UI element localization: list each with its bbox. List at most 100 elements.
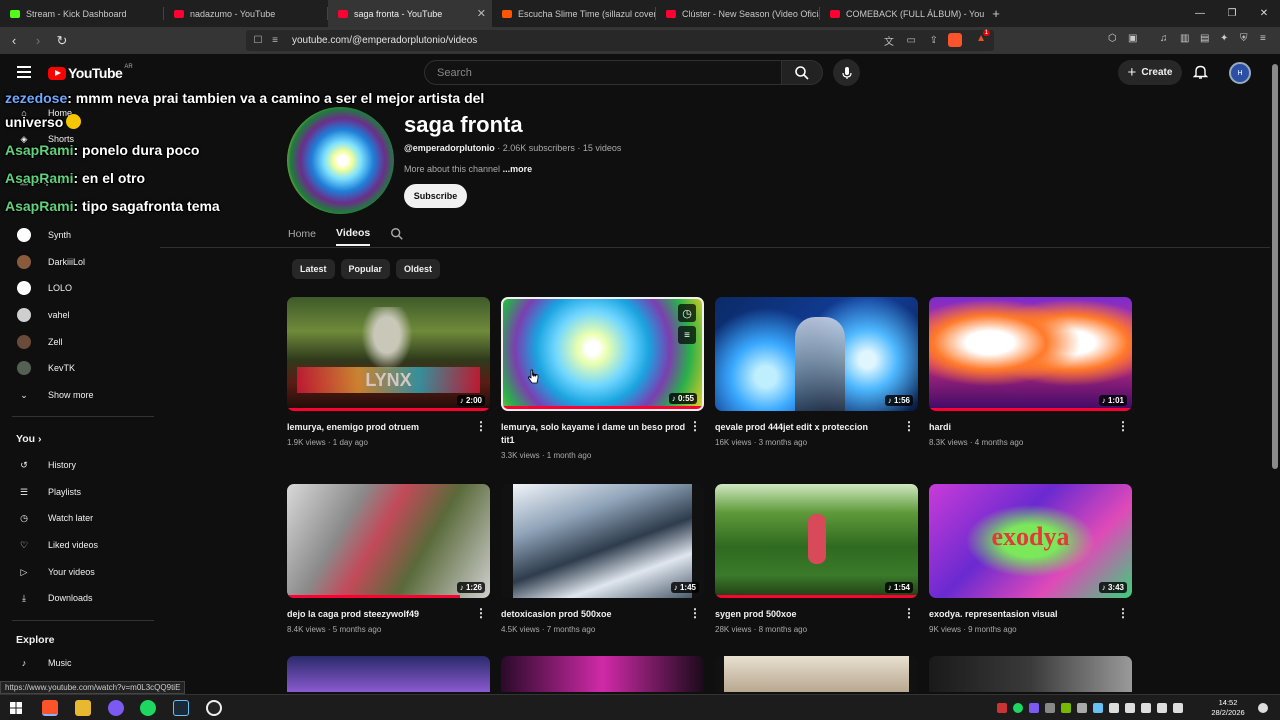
video-thumbnail[interactable]: LYNX ♪ 2:00 <box>287 297 490 411</box>
translate-icon[interactable]: 文 <box>884 33 894 48</box>
browser-tab[interactable]: Stream - Kick Dashboard <box>0 0 164 27</box>
tab-videos[interactable]: Videos <box>336 222 371 246</box>
restore-icon[interactable]: ❐ <box>1216 0 1248 27</box>
channel-description[interactable]: More about this channel ...more <box>404 164 532 174</box>
discord-icon[interactable] <box>108 700 124 716</box>
windows-start-icon[interactable] <box>10 702 22 714</box>
subscribe-button[interactable]: Subscribe <box>404 184 467 208</box>
site-settings-icon[interactable]: ≡ <box>266 35 284 46</box>
volume-icon[interactable] <box>1173 703 1183 713</box>
video-title[interactable]: lemurya, solo kayame i dame un beso prod… <box>501 421 686 447</box>
bookmark-icon[interactable]: ☐ <box>250 35 266 46</box>
sidepanel-icon[interactable]: ▣ <box>1128 33 1137 44</box>
scrollbar-thumb[interactable] <box>1272 64 1278 469</box>
chip-latest[interactable]: Latest <box>292 259 335 279</box>
sidebar-item-history[interactable]: ↺ History <box>0 452 155 478</box>
video-title[interactable]: detoxicasion prod 500xoe <box>501 608 686 621</box>
subscription-channel[interactable]: Synth <box>0 222 155 248</box>
menu-icon[interactable] <box>17 66 31 78</box>
you-heading[interactable]: You › <box>16 433 41 445</box>
channel-avatar[interactable] <box>287 107 394 214</box>
tray-steam-icon[interactable] <box>1093 703 1103 713</box>
tray-icon[interactable] <box>1125 703 1135 713</box>
wallet-icon[interactable]: ▤ <box>1200 33 1209 44</box>
video-thumbnail[interactable]: ♪ 1:01 <box>929 297 1132 411</box>
video-thumbnail[interactable] <box>287 656 490 692</box>
address-bar[interactable]: ☐ ≡ youtube.com/@emperadorplutonio/video… <box>246 30 994 51</box>
video-card[interactable]: ♪ 1:56 qevale prod 444jet edit x protecc… <box>715 297 918 447</box>
video-thumbnail[interactable]: ♪ 1:26 <box>287 484 490 598</box>
video-card[interactable]: ♪ 1:01 hardi ⋮ 8.3K views · 4 months ago <box>929 297 1132 447</box>
subscription-channel[interactable]: Zell <box>0 329 155 355</box>
brave-browser-icon[interactable] <box>42 700 58 716</box>
voice-search-button[interactable] <box>833 59 860 86</box>
sidebar-item-playlists[interactable]: ☰ Playlists <box>0 479 155 505</box>
browser-tab[interactable]: Escucha Slime Time (sillazul cover) de <box>492 0 656 27</box>
tray-icon[interactable] <box>1045 703 1055 713</box>
add-to-queue-button[interactable]: ≡ <box>678 326 696 344</box>
more-options-icon[interactable]: ⋮ <box>903 607 915 619</box>
subscription-channel[interactable]: LOLO <box>0 275 155 301</box>
system-clock[interactable]: 14:52 28/2/2026 <box>1205 698 1251 718</box>
page-scrollbar[interactable] <box>1271 56 1279 692</box>
tray-icon[interactable] <box>1109 703 1119 713</box>
chip-popular[interactable]: Popular <box>340 259 391 279</box>
cast-icon[interactable]: ▭ <box>907 35 916 46</box>
show-more-button[interactable]: ⌄ Show more <box>0 382 155 408</box>
sidebar-toggle-icon[interactable]: ▥ <box>1180 33 1189 44</box>
video-thumbnail[interactable] <box>724 656 909 692</box>
subscription-channel[interactable]: DarkiiiLol <box>0 249 155 275</box>
leo-icon[interactable]: ✦ <box>1220 33 1228 44</box>
video-title[interactable]: hardi <box>929 421 1114 434</box>
music-icon[interactable]: ♫ <box>1160 33 1168 44</box>
obs-icon[interactable] <box>206 700 222 716</box>
browser-tab[interactable]: Clúster - New Season (Video Oficial) <box>656 0 820 27</box>
video-thumbnail[interactable]: ♪ 1:45 <box>501 484 704 598</box>
video-thumbnail[interactable] <box>929 656 1132 692</box>
tray-nvidia-icon[interactable] <box>1061 703 1071 713</box>
video-card[interactable]: ♪ 1:26 dejo la caga prod steezywolf49 ⋮ … <box>287 484 490 634</box>
notifications-button[interactable] <box>1192 64 1209 85</box>
tray-spotify-icon[interactable] <box>1013 703 1023 713</box>
video-thumbnail[interactable]: ♪ 1:56 <box>715 297 918 411</box>
tray-icon[interactable] <box>1141 703 1151 713</box>
minimize-icon[interactable]: — <box>1184 0 1216 27</box>
tray-icon[interactable] <box>1077 703 1087 713</box>
video-thumbnail[interactable]: exodya ♪ 3:43 <box>929 484 1132 598</box>
search-input[interactable] <box>437 66 781 79</box>
video-title[interactable]: dejo la caga prod steezywolf49 <box>287 608 472 621</box>
close-tab-icon[interactable]: ✕ <box>477 7 486 20</box>
close-window-icon[interactable]: ✕ <box>1248 0 1280 27</box>
more-options-icon[interactable]: ⋮ <box>475 607 487 619</box>
video-title[interactable]: qevale prod 444jet edit x proteccion <box>715 421 900 434</box>
more-options-icon[interactable]: ⋮ <box>903 420 915 432</box>
share-icon[interactable]: ⇪ <box>930 35 938 46</box>
video-thumbnail[interactable] <box>501 656 704 692</box>
file-explorer-icon[interactable] <box>75 700 91 716</box>
spotify-icon[interactable] <box>140 700 156 716</box>
more-options-icon[interactable]: ⋮ <box>689 420 701 432</box>
video-title[interactable]: lemurya, enemigo prod otruem <box>287 421 472 434</box>
video-thumbnail[interactable]: ♪ 1:54 <box>715 484 918 598</box>
channel-search-button[interactable] <box>390 222 404 246</box>
browser-tab-active[interactable]: saga fronta - YouTube ✕ <box>328 0 492 27</box>
video-card[interactable]: ♪ 0:55 ◷ ≡ lemurya, solo kayame i dame u… <box>501 297 704 460</box>
more-options-icon[interactable]: ⋮ <box>689 607 701 619</box>
account-avatar[interactable]: H <box>1229 62 1251 84</box>
sidebar-item-watch-later[interactable]: ◷ Watch later <box>0 505 155 531</box>
video-title[interactable]: exodya. representasion visual <box>929 608 1114 621</box>
more-options-icon[interactable]: ⋮ <box>1117 420 1129 432</box>
browser-tab[interactable]: nadazumo - YouTube <box>164 0 328 27</box>
forward-icon[interactable]: › <box>28 33 48 48</box>
network-icon[interactable] <box>1157 703 1167 713</box>
tray-discord-icon[interactable] <box>1029 703 1039 713</box>
video-card[interactable]: ♪ 1:45 detoxicasion prod 500xoe ⋮ 4.5K v… <box>501 484 704 634</box>
sidebar-item-music[interactable]: ♪ Music <box>0 650 155 676</box>
steam-icon[interactable] <box>173 700 189 716</box>
video-title[interactable]: sygen prod 500xoe <box>715 608 900 621</box>
more-options-icon[interactable]: ⋮ <box>1117 607 1129 619</box>
video-thumbnail[interactable]: ♪ 0:55 ◷ ≡ <box>501 297 704 411</box>
video-card[interactable]: LYNX ♪ 2:00 lemurya, enemigo prod otruem… <box>287 297 490 447</box>
back-icon[interactable]: ‹ <box>4 33 24 48</box>
browser-tab[interactable]: COMEBACK (FULL ÁLBUM) - YouTube <box>820 0 984 27</box>
